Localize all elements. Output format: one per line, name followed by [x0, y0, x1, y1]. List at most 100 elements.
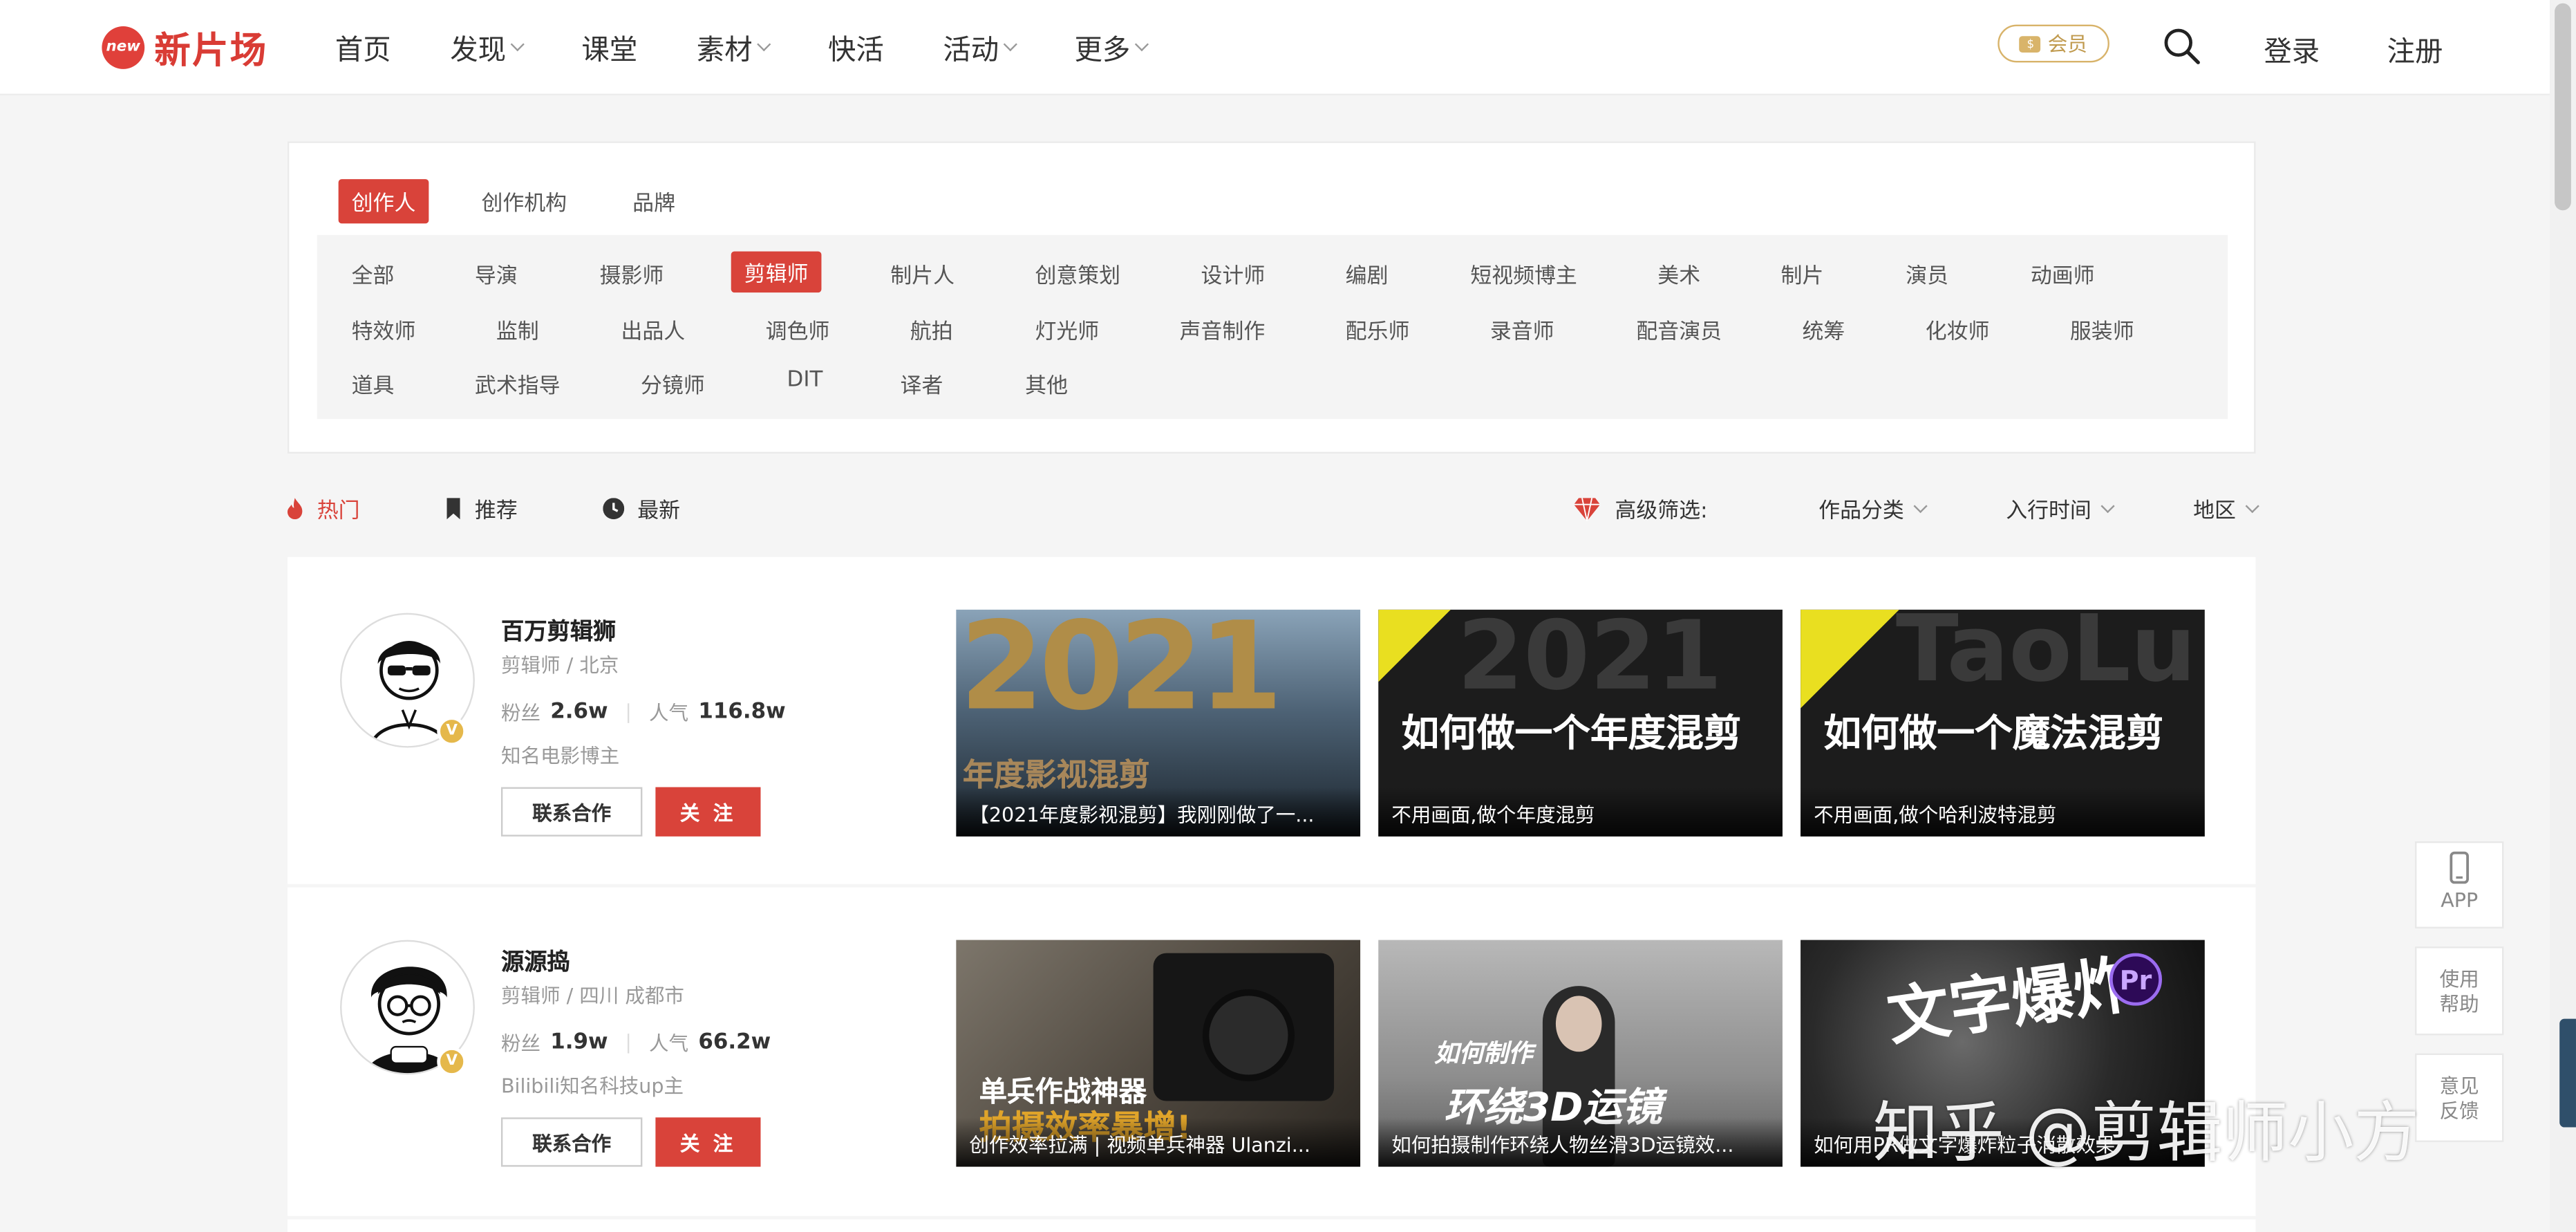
advanced-filter-label: 高级筛选: — [1574, 493, 1708, 524]
nav-more[interactable]: 更多 — [1074, 26, 1149, 67]
category-item[interactable]: 监制 — [496, 314, 539, 345]
login-link[interactable]: 登录 — [2264, 28, 2320, 69]
category-item[interactable]: 化妆师 — [1926, 314, 1990, 345]
filter-panel: 创作人 创作机构 品牌 全部 导演 摄影师 剪辑师 制片人 创意策划 设计师 编… — [287, 141, 2256, 454]
entry-time-label: 入行时间 — [2006, 499, 2091, 525]
category-item-active[interactable]: 剪辑师 — [731, 251, 822, 293]
category-item[interactable]: DIT — [787, 368, 823, 393]
work-type-dropdown[interactable]: 作品分类 — [1818, 493, 1928, 524]
premiere-label: Pr — [2119, 964, 2152, 996]
help-button[interactable]: 使用帮助 — [2415, 946, 2504, 1036]
premiere-pro-icon: Pr — [2109, 953, 2163, 1006]
nav-classroom[interactable]: 课堂 — [581, 26, 638, 68]
thumbnail-art-text: 2021 — [1457, 609, 1723, 712]
face-graphic — [1555, 996, 1602, 1052]
thumbnail-art-text: 如何制作 — [1434, 1038, 1533, 1068]
category-item[interactable]: 演员 — [1906, 258, 1948, 290]
site-logo[interactable]: new 新片场 — [102, 21, 267, 74]
lens-graphic — [1202, 989, 1295, 1082]
tab-studios[interactable]: 创作机构 — [468, 179, 580, 223]
nav-label: 发现 — [450, 34, 507, 68]
tab-creators[interactable]: 创作人 — [338, 179, 429, 224]
creator-card: V 百万剪辑狮 剪辑师 / 北京 粉丝 2.6w 人气 116.8w 知名电影博主 … — [287, 557, 2256, 884]
crown-icon: $ — [2020, 35, 2042, 52]
category-item[interactable]: 录音师 — [1490, 314, 1554, 345]
category-item[interactable]: 调色师 — [766, 314, 830, 345]
sort-latest[interactable]: 最新 — [603, 493, 680, 524]
zhihu-watermark: 知乎 @剪辑师小方 — [1872, 1096, 2420, 1172]
video-thumbnail[interactable]: 2021 年度影视混剪 【2021年度影视混剪】我刚刚做了一... — [956, 609, 1361, 837]
contact-button[interactable]: 联系合作 — [500, 1117, 643, 1167]
video-thumbnail[interactable]: 2021 如何做一个年度混剪 不用画面,做个年度混剪 — [1378, 609, 1783, 837]
chevron-down-icon — [1913, 498, 1928, 512]
video-thumbnail[interactable]: 如何制作 环绕3D运镜 如何拍摄制作环绕人物丝滑3D运镜效... — [1378, 940, 1783, 1167]
sort-recommend[interactable]: 推荐 — [445, 493, 518, 524]
category-item[interactable]: 美术 — [1657, 258, 1700, 290]
contact-button[interactable]: 联系合作 — [500, 787, 643, 837]
video-thumbnail[interactable]: 单兵作战神器 拍摄效率暴增! 创作效率拉满 | 视频单兵神器 Ulanzi... — [956, 940, 1361, 1167]
category-item[interactable]: 道具 — [352, 368, 395, 400]
category-item[interactable]: 译者 — [901, 368, 943, 400]
category-item[interactable]: 配音演员 — [1636, 314, 1722, 345]
nav-home[interactable]: 首页 — [335, 26, 391, 68]
category-item[interactable]: 全部 — [352, 258, 395, 290]
category-item[interactable]: 创意策划 — [1035, 258, 1120, 290]
category-item[interactable]: 制片 — [1781, 258, 1824, 290]
creator-role: 剪辑师 / 四川 成都市 — [500, 984, 684, 1008]
category-item[interactable]: 导演 — [475, 258, 518, 290]
side-widget-tab[interactable] — [2559, 1018, 2576, 1128]
app-download-button[interactable]: APP — [2415, 841, 2504, 928]
creator-name[interactable]: 百万剪辑狮 — [501, 615, 616, 648]
follow-button[interactable]: 关 注 — [655, 1117, 761, 1167]
category-item[interactable]: 其他 — [1025, 368, 1068, 400]
category-item[interactable]: 动画师 — [2031, 258, 2095, 290]
chevron-down-icon — [2245, 498, 2259, 512]
register-link[interactable]: 注册 — [2387, 28, 2443, 69]
creator-stats: 粉丝 2.6w 人气 116.8w — [501, 698, 805, 726]
chevron-down-icon — [2100, 498, 2115, 512]
category-list: 全部 导演 摄影师 剪辑师 制片人 创意策划 设计师 编剧 短视频博主 美术 制… — [317, 234, 2228, 420]
creator-name[interactable]: 源源捣 — [501, 945, 570, 978]
feedback-button[interactable]: 意见反馈 — [2415, 1053, 2504, 1142]
category-item[interactable]: 灯光师 — [1035, 314, 1099, 345]
chevron-down-icon — [1003, 36, 1017, 51]
category-item[interactable]: 短视频博主 — [1470, 258, 1577, 290]
category-item[interactable]: 武术指导 — [475, 368, 561, 400]
nav-discover[interactable]: 发现 — [450, 26, 525, 68]
creator-bio: Bilibili知名科技up主 — [500, 1074, 684, 1098]
search-icon[interactable] — [2162, 26, 2201, 66]
category-item[interactable]: 摄影师 — [600, 258, 664, 290]
category-item[interactable]: 统筹 — [1802, 314, 1845, 345]
sort-recommend-label: 推荐 — [474, 499, 518, 525]
category-item[interactable]: 设计师 — [1201, 258, 1266, 290]
category-item[interactable]: 航拍 — [910, 314, 953, 345]
yellow-corner — [1801, 609, 1899, 709]
fans-count: 1.9w — [550, 1030, 608, 1055]
video-thumbnail[interactable]: TaoLu 如何做一个魔法混剪 不用画面,做个哈利波特混剪 — [1801, 609, 2205, 837]
creator-stats: 粉丝 1.9w 人气 66.2w — [501, 1029, 791, 1056]
nav-label: 课堂 — [581, 34, 638, 68]
category-item[interactable]: 编剧 — [1346, 258, 1389, 290]
nav-kuaihuo[interactable]: 快活 — [828, 26, 884, 68]
popularity-count: 66.2w — [698, 1030, 771, 1055]
category-item[interactable]: 服装师 — [2070, 314, 2134, 345]
category-item[interactable]: 出品人 — [621, 314, 685, 345]
region-dropdown[interactable]: 地区 — [2193, 493, 2259, 524]
nav-events[interactable]: 活动 — [943, 26, 1017, 67]
sort-hot[interactable]: 热门 — [286, 493, 360, 524]
entry-time-dropdown[interactable]: 入行时间 — [2006, 493, 2115, 525]
category-item[interactable]: 特效师 — [352, 314, 416, 345]
tab-brands[interactable]: 品牌 — [619, 179, 688, 223]
category-item[interactable]: 制片人 — [890, 258, 955, 290]
vip-label: 会员 — [2047, 32, 2087, 56]
category-item[interactable]: 声音制作 — [1180, 314, 1266, 345]
vip-button[interactable]: $ 会员 — [1997, 24, 2109, 63]
verified-badge-icon: V — [437, 716, 467, 747]
logo-badge: new — [102, 26, 145, 69]
category-item[interactable]: 配乐师 — [1346, 314, 1410, 345]
category-item[interactable]: 分镜师 — [641, 368, 705, 400]
scrollbar-thumb[interactable] — [2555, 3, 2571, 211]
nav-assets[interactable]: 素材 — [697, 26, 771, 67]
phone-icon — [2450, 851, 2470, 884]
follow-button[interactable]: 关 注 — [655, 787, 761, 837]
